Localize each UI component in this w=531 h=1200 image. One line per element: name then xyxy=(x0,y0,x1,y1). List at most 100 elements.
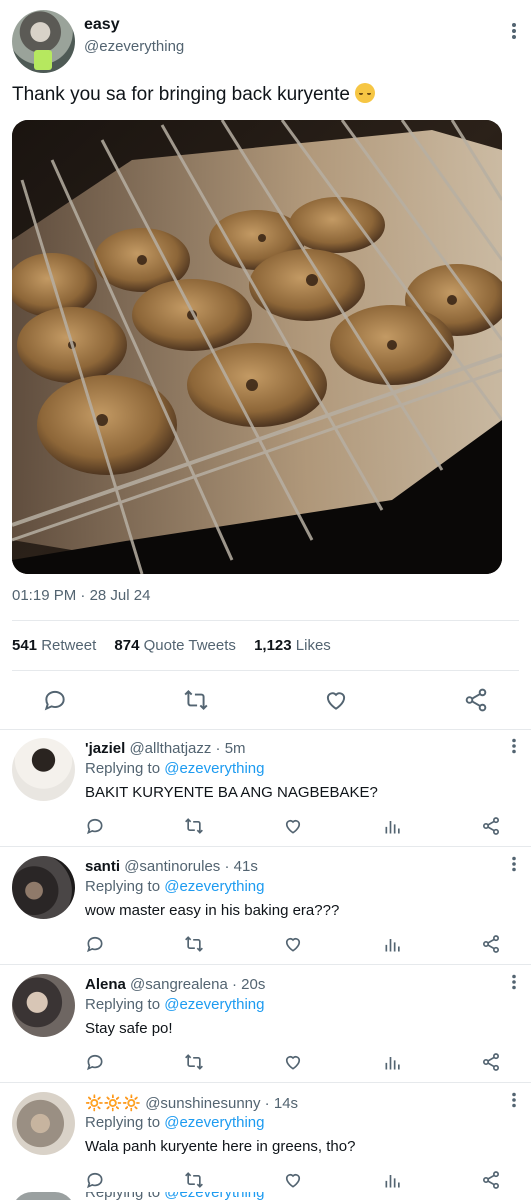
replying-to-link[interactable]: @ezeverything xyxy=(164,878,264,895)
replying-to-link[interactable]: @ezeverything xyxy=(164,760,264,777)
more-options-icon[interactable] xyxy=(511,974,517,990)
replying-label: Replying to xyxy=(85,1192,160,1200)
tweet-text-content: Thank you sa for bringing back kuryente xyxy=(12,84,350,105)
replying-to-link[interactable]: @ezeverything xyxy=(164,1192,264,1200)
author-handle[interactable]: @ezeverything xyxy=(84,38,184,55)
heart-icon[interactable] xyxy=(323,687,349,713)
tweet-timestamp[interactable]: 01:19 PM · 28 Jul 24 xyxy=(12,587,150,604)
reply-header: 🔆🔆🔆 @sunshinesunny · 14s xyxy=(85,1095,299,1112)
heart-icon[interactable] xyxy=(283,1052,303,1072)
share-icon[interactable] xyxy=(463,687,489,713)
reply-header: 'jaziel @allthatjazz · 5m xyxy=(85,740,246,757)
replying-label: Replying to xyxy=(85,878,161,895)
comment-icon[interactable] xyxy=(85,1052,105,1072)
partial-reply-tweet[interactable]: Replying to @ezeverything xyxy=(0,1192,531,1200)
reply-handle[interactable]: @sangrealena xyxy=(130,976,228,993)
tweet-stats: 541 Retweet 874 Quote Tweets 1,123 Likes xyxy=(12,637,345,654)
tweet-text: Thank you sa for bringing back kuryente xyxy=(12,83,376,106)
divider xyxy=(12,670,519,671)
replying-to: Replying to @ezeverything xyxy=(85,760,265,777)
analytics-icon[interactable] xyxy=(383,1052,403,1072)
reply-time: 5m xyxy=(224,740,246,757)
reply-actions xyxy=(0,816,531,838)
tweet-time: 01:19 PM xyxy=(12,587,77,604)
replying-to-link[interactable]: @ezeverything xyxy=(164,1114,264,1131)
reply-actions xyxy=(0,1170,531,1192)
more-options-icon[interactable] xyxy=(511,856,517,872)
reply-name[interactable]: 🔆🔆🔆 xyxy=(85,1095,141,1112)
author-name[interactable]: easy xyxy=(84,16,120,34)
analytics-icon[interactable] xyxy=(383,1170,403,1190)
reply-name[interactable]: santi xyxy=(85,858,120,875)
reply-name[interactable]: Alena xyxy=(85,976,126,993)
more-options-icon[interactable] xyxy=(511,1092,517,1108)
likes-count: 1,123 xyxy=(254,637,292,654)
replying-to-link[interactable]: @ezeverything xyxy=(164,996,264,1013)
retweet-icon[interactable] xyxy=(184,1170,204,1190)
reply-handle[interactable]: @allthatjazz xyxy=(129,740,211,757)
comment-icon[interactable] xyxy=(42,687,68,713)
reply-avatar[interactable] xyxy=(12,974,75,1037)
likes-label: Likes xyxy=(295,637,331,654)
replying-to: Replying to @ezeverything xyxy=(85,996,265,1013)
reply-text: wow master easy in his baking era??? xyxy=(85,902,340,919)
replying-label: Replying to xyxy=(85,760,161,777)
reply-handle[interactable]: @santinorules xyxy=(124,858,220,875)
share-icon[interactable] xyxy=(481,934,501,954)
quotes-count: 874 xyxy=(114,637,140,654)
replying-to: Replying to @ezeverything xyxy=(85,1192,265,1200)
reply-handle[interactable]: @sunshinesunny xyxy=(145,1095,260,1112)
heart-icon[interactable] xyxy=(283,934,303,954)
reply-tweet[interactable]: Alena @sangrealena · 20s Replying to @ez… xyxy=(0,974,531,1084)
retweet-icon[interactable] xyxy=(183,687,209,713)
retweets-count: 541 xyxy=(12,637,38,654)
more-options-icon[interactable] xyxy=(511,738,517,754)
reply-header: santi @santinorules · 41s xyxy=(85,858,258,875)
analytics-icon[interactable] xyxy=(383,934,403,954)
reply-header: Alena @sangrealena · 20s xyxy=(85,976,266,993)
reply-avatar[interactable] xyxy=(12,1092,75,1155)
reply-avatar[interactable] xyxy=(12,856,75,919)
reply-actions xyxy=(0,934,531,956)
reply-tweet[interactable]: santi @santinorules · 41s Replying to @e… xyxy=(0,856,531,966)
divider xyxy=(0,729,531,730)
reply-text: Stay safe po! xyxy=(85,1020,173,1037)
reply-text: BAKIT KURYENTE BA ANG NAGBEBAKE? xyxy=(85,784,378,801)
tweet-date: 28 Jul 24 xyxy=(89,587,151,604)
replying-to: Replying to @ezeverything xyxy=(85,1114,265,1131)
likes-stat[interactable]: 1,123 Likes xyxy=(254,637,331,654)
relieved-face-emoji-icon xyxy=(355,83,376,103)
reply-name[interactable]: 'jaziel xyxy=(85,740,125,757)
retweets-label: Retweet xyxy=(41,637,97,654)
tweet-photo[interactable] xyxy=(12,120,502,574)
comment-icon[interactable] xyxy=(85,934,105,954)
reply-avatar[interactable] xyxy=(12,738,75,801)
reply-tweet[interactable]: 'jaziel @allthatjazz · 5m Replying to @e… xyxy=(0,738,531,848)
heart-icon[interactable] xyxy=(283,1170,303,1190)
share-icon[interactable] xyxy=(481,1052,501,1072)
quotes-label: Quote Tweets xyxy=(143,637,236,654)
retweets-stat[interactable]: 541 Retweet xyxy=(12,637,96,654)
retweet-icon[interactable] xyxy=(184,1052,204,1072)
retweet-icon[interactable] xyxy=(184,816,204,836)
reply-time: 14s xyxy=(273,1095,299,1112)
timestamp-separator: · xyxy=(80,587,86,604)
divider xyxy=(0,964,531,965)
comment-icon[interactable] xyxy=(85,1170,105,1190)
analytics-icon[interactable] xyxy=(383,816,403,836)
retweet-icon[interactable] xyxy=(184,934,204,954)
more-options-icon[interactable] xyxy=(511,22,517,40)
divider xyxy=(0,846,531,847)
reply-time: 41s xyxy=(233,858,258,875)
quotes-stat[interactable]: 874 Quote Tweets xyxy=(114,637,235,654)
heart-icon[interactable] xyxy=(283,816,303,836)
reply-tweet[interactable]: 🔆🔆🔆 @sunshinesunny · 14s Replying to @ez… xyxy=(0,1092,531,1192)
comment-icon[interactable] xyxy=(85,816,105,836)
replying-to: Replying to @ezeverything xyxy=(85,878,265,895)
share-icon[interactable] xyxy=(481,1170,501,1190)
share-icon[interactable] xyxy=(481,816,501,836)
divider xyxy=(0,1082,531,1083)
replying-label: Replying to xyxy=(85,996,161,1013)
reply-avatar[interactable] xyxy=(12,1192,75,1200)
author-avatar[interactable] xyxy=(12,10,75,73)
